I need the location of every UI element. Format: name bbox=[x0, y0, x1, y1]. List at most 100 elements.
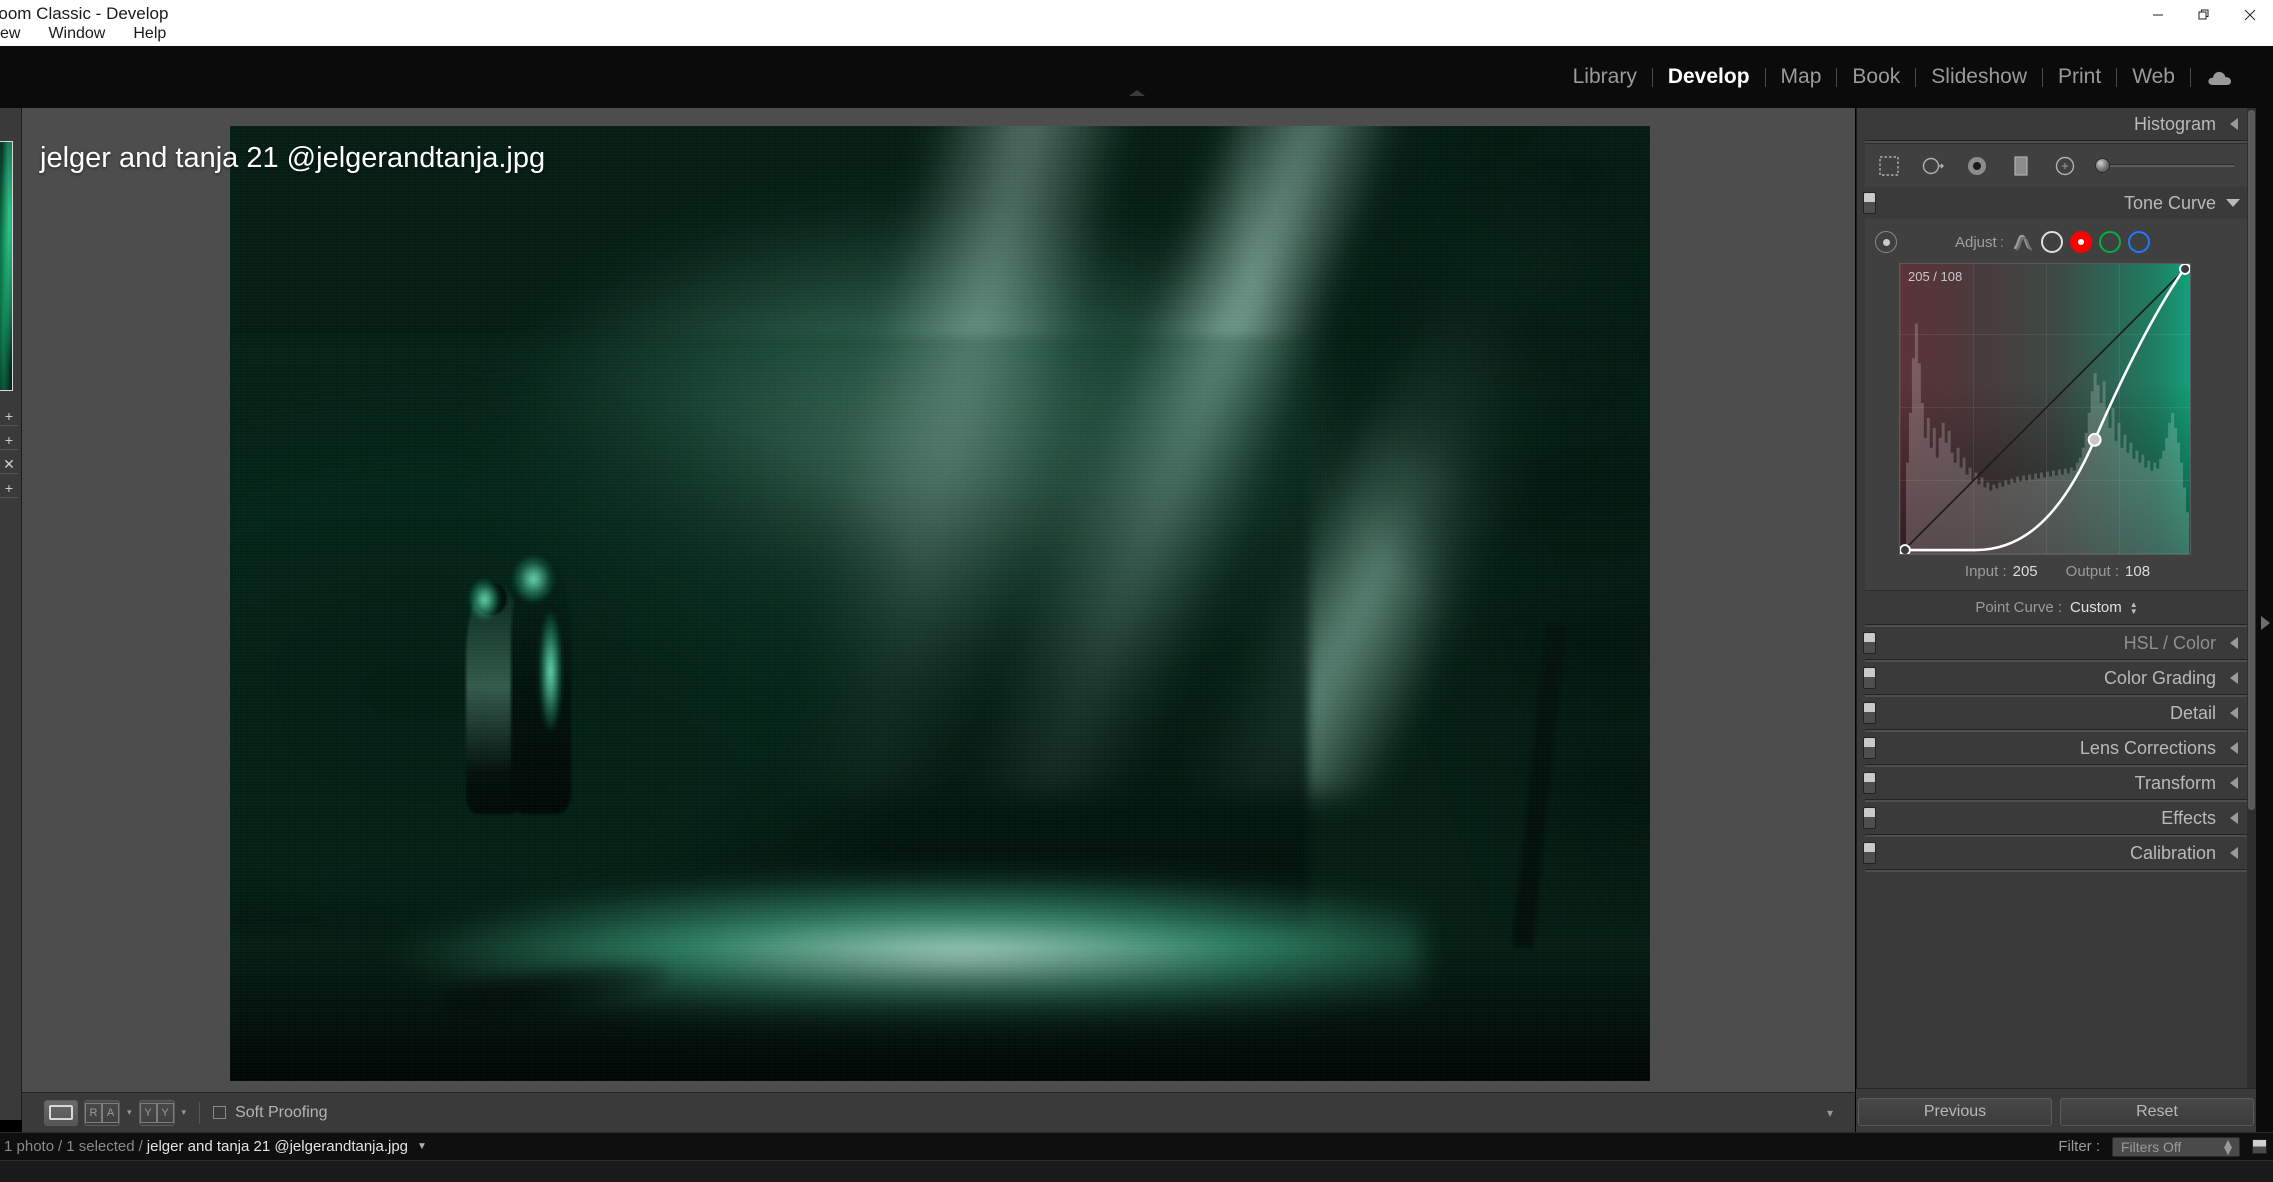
panel-hsl-color[interactable]: HSL / Color bbox=[1857, 627, 2256, 662]
red-channel-button[interactable] bbox=[2069, 231, 2092, 253]
photo-layer-grain bbox=[230, 126, 1650, 1081]
chevron-left-icon[interactable] bbox=[2230, 672, 2238, 684]
tone-curve-graph[interactable]: 205 / 108 bbox=[1899, 263, 2191, 555]
module-develop[interactable]: Develop bbox=[1653, 64, 1765, 90]
masking-icon[interactable] bbox=[1963, 152, 1991, 180]
minimize-button[interactable] bbox=[2135, 0, 2181, 30]
module-book[interactable]: Book bbox=[1837, 64, 1915, 90]
output-value[interactable]: 108 bbox=[2125, 563, 2150, 580]
photo-container[interactable]: jelger and tanja 21 @jelgerandtanja.jpg bbox=[40, 126, 1650, 1081]
slider-track[interactable] bbox=[2110, 164, 2234, 167]
compare-dropdown-icon[interactable]: ▾ bbox=[127, 1107, 132, 1118]
panel-detail[interactable]: Detail bbox=[1857, 697, 2256, 732]
previous-button[interactable]: Previous bbox=[1858, 1098, 2052, 1126]
reset-button[interactable]: Reset bbox=[2060, 1098, 2254, 1126]
before-after-view-button[interactable]: Y Y bbox=[138, 1099, 175, 1126]
effects-panel-header[interactable]: Effects bbox=[1857, 802, 2256, 834]
image-canvas[interactable]: jelger and tanja 21 @jelgerandtanja.jpg bbox=[22, 108, 1855, 1120]
point-curve-spinner-icon[interactable]: ▲ ▼ bbox=[2130, 600, 2138, 615]
before-after-dropdown-icon[interactable]: ▾ bbox=[182, 1107, 187, 1118]
panel-effects[interactable]: Effects bbox=[1857, 802, 2256, 837]
add-collection-icon[interactable]: + bbox=[0, 432, 18, 447]
transform-panel-header[interactable]: Transform bbox=[1857, 767, 2256, 799]
photo-preview[interactable] bbox=[230, 126, 1650, 1081]
panel-color-grading[interactable]: Color Grading bbox=[1857, 662, 2256, 697]
scrollbar-thumb[interactable] bbox=[2248, 110, 2255, 810]
right-panel-toggle-icon[interactable] bbox=[2261, 616, 2270, 630]
restore-button[interactable] bbox=[2181, 0, 2227, 30]
chevron-left-icon[interactable] bbox=[2230, 707, 2238, 719]
filter-select[interactable]: Filters Off ▲ ▼ bbox=[2112, 1136, 2240, 1157]
close-button[interactable] bbox=[2227, 0, 2273, 30]
photo-status-info[interactable]: 1 photo / 1 selected / jelger and tanja … bbox=[4, 1138, 427, 1155]
effects-enable-switch[interactable] bbox=[1863, 807, 1876, 829]
filter-enable-switch[interactable] bbox=[2252, 1139, 2267, 1154]
spot-removal-icon[interactable] bbox=[1919, 152, 1947, 180]
calibration-panel-title: Calibration bbox=[2129, 842, 2216, 863]
histogram-panel-header[interactable]: Histogram bbox=[1857, 108, 2256, 140]
add-item-icon[interactable]: + bbox=[0, 480, 18, 495]
radial-gradient-icon[interactable] bbox=[2051, 152, 2079, 180]
toolbar-options-icon[interactable]: ▾ bbox=[1827, 1106, 1833, 1120]
lens-corrections-panel-header[interactable]: Lens Corrections bbox=[1857, 732, 2256, 764]
tool-amount-slider[interactable] bbox=[2095, 158, 2234, 173]
curve-point-black bbox=[1900, 544, 1911, 554]
module-web[interactable]: Web bbox=[2117, 64, 2190, 90]
add-preset-icon[interactable]: + bbox=[0, 408, 18, 423]
tone-curve-panel-header[interactable]: Tone Curve bbox=[1857, 187, 2256, 219]
calibration-enable-switch[interactable] bbox=[1863, 842, 1876, 864]
crop-overlay-icon[interactable] bbox=[1875, 152, 1903, 180]
targeted-adjustment-tool-icon[interactable] bbox=[1875, 231, 1897, 253]
linear-gradient-icon[interactable] bbox=[2007, 152, 2035, 180]
left-panel-divider bbox=[0, 425, 18, 426]
remove-icon[interactable]: ✕ bbox=[0, 456, 18, 471]
panel-transform[interactable]: Transform bbox=[1857, 767, 2256, 802]
status-divider: / bbox=[138, 1138, 143, 1155]
right-panel-scrollbar[interactable] bbox=[2247, 108, 2256, 1120]
loupe-view-button[interactable] bbox=[44, 1099, 78, 1126]
previous-reset-buttons: Previous Reset bbox=[1858, 1096, 2254, 1128]
soft-proofing-checkbox[interactable] bbox=[213, 1106, 227, 1119]
menu-item-view[interactable]: ew bbox=[0, 24, 34, 44]
blue-channel-button[interactable] bbox=[2127, 231, 2150, 253]
filename-dropdown-icon[interactable]: ▼ bbox=[417, 1141, 427, 1152]
top-panel-toggle[interactable] bbox=[1128, 90, 1145, 96]
parametric-curve-icon[interactable] bbox=[2012, 231, 2034, 253]
navigator-thumbnail[interactable] bbox=[0, 141, 13, 391]
soft-proofing-label[interactable]: Soft Proofing bbox=[235, 1104, 328, 1122]
chevron-left-icon[interactable] bbox=[2230, 742, 2238, 754]
menu-item-help[interactable]: Help bbox=[119, 24, 180, 44]
module-map[interactable]: Map bbox=[1766, 64, 1837, 90]
chevron-left-icon[interactable] bbox=[2230, 637, 2238, 649]
point-curve-value[interactable]: Custom bbox=[2070, 599, 2122, 616]
hsl-color-enable-switch[interactable] bbox=[1863, 632, 1876, 654]
compare-view-button[interactable]: R A bbox=[84, 1099, 120, 1126]
module-library[interactable]: Library bbox=[1558, 64, 1652, 90]
panel-calibration[interactable]: Calibration bbox=[1857, 837, 2256, 872]
module-slideshow[interactable]: Slideshow bbox=[1916, 64, 2042, 90]
chevron-left-icon[interactable] bbox=[2230, 118, 2238, 130]
detail-enable-switch[interactable] bbox=[1863, 702, 1876, 724]
calibration-panel-header[interactable]: Calibration bbox=[1857, 837, 2256, 869]
loupe-icon bbox=[49, 1105, 73, 1120]
chevron-down-icon[interactable] bbox=[2226, 199, 2240, 207]
window-titlebar: troom Classic - Develop ew Window Help bbox=[0, 0, 2273, 46]
color-grading-panel-header[interactable]: Color Grading bbox=[1857, 662, 2256, 694]
chevron-left-icon[interactable] bbox=[2230, 777, 2238, 789]
transform-enable-switch[interactable] bbox=[1863, 772, 1876, 794]
menu-item-window[interactable]: Window bbox=[34, 24, 119, 44]
chevron-left-icon[interactable] bbox=[2230, 812, 2238, 824]
cloud-sync-icon[interactable] bbox=[2191, 69, 2247, 86]
slider-knob[interactable] bbox=[2095, 158, 2110, 173]
tone-curve-enable-switch[interactable] bbox=[1863, 192, 1876, 214]
module-print[interactable]: Print bbox=[2043, 64, 2116, 90]
chevron-left-icon[interactable] bbox=[2230, 847, 2238, 859]
detail-panel-header[interactable]: Detail bbox=[1857, 697, 2256, 729]
lens-corrections-enable-switch[interactable] bbox=[1863, 737, 1876, 759]
color-grading-enable-switch[interactable] bbox=[1863, 667, 1876, 689]
input-value[interactable]: 205 bbox=[2013, 563, 2038, 580]
panel-lens-corrections[interactable]: Lens Corrections bbox=[1857, 732, 2256, 767]
rgb-channel-button[interactable] bbox=[2040, 231, 2063, 253]
green-channel-button[interactable] bbox=[2098, 231, 2121, 253]
hsl-color-panel-header[interactable]: HSL / Color bbox=[1857, 627, 2256, 659]
